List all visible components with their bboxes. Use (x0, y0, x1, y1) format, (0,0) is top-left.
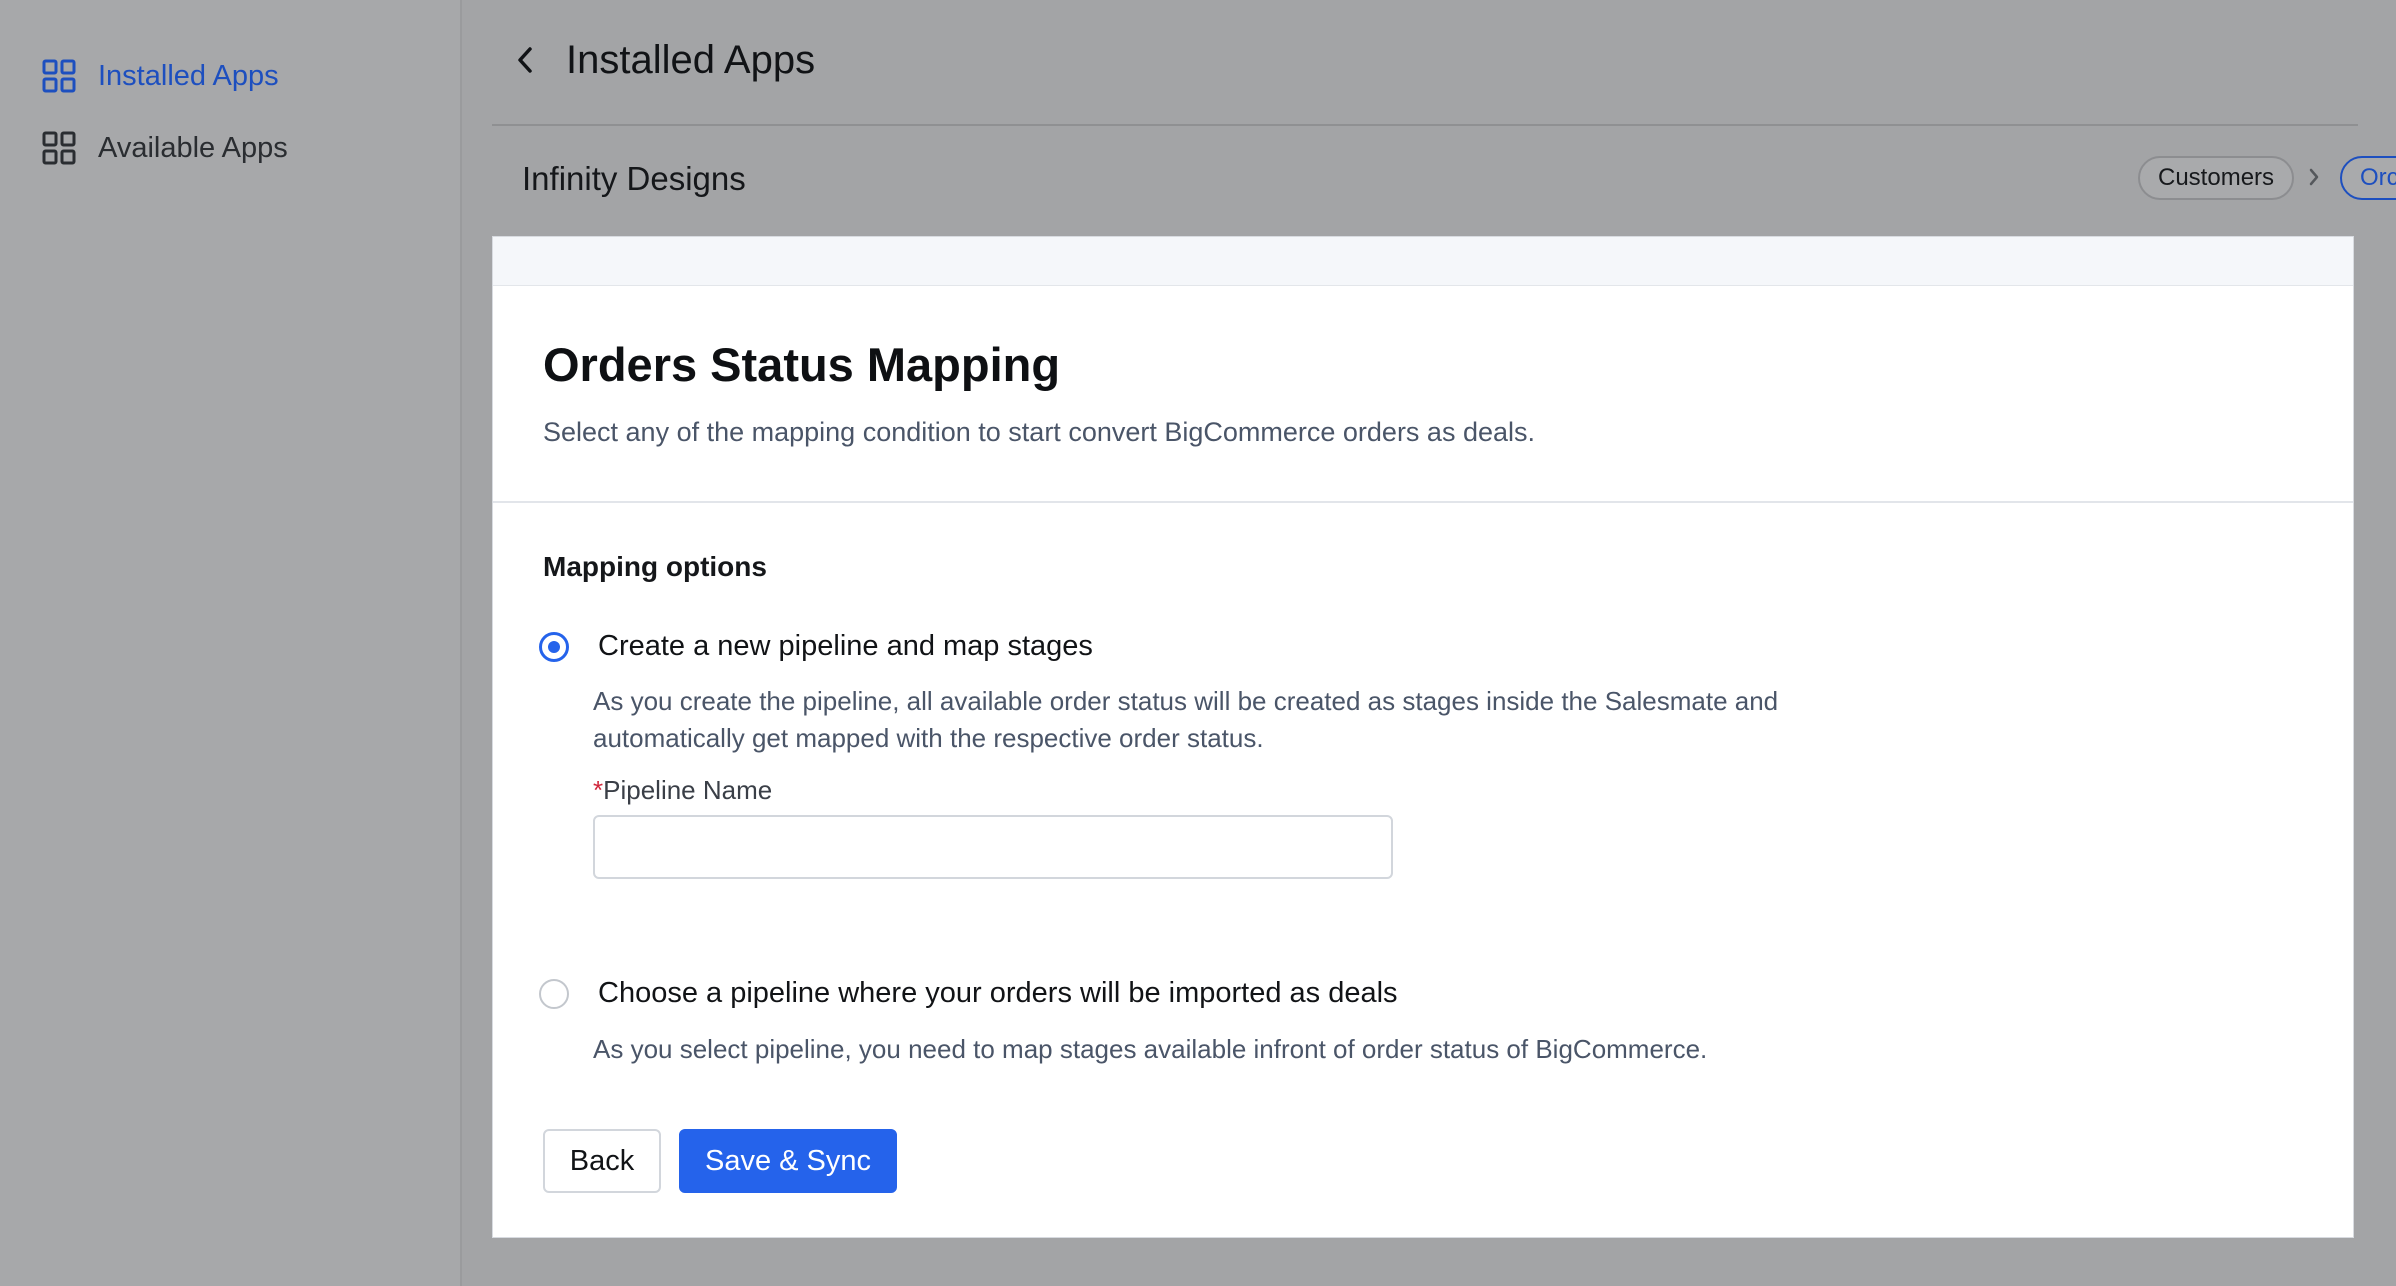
option-description: As you create the pipeline, all availabl… (593, 686, 1779, 753)
grid-icon (42, 59, 76, 93)
sidebar-item-label: Available Apps (98, 131, 288, 164)
section-label: Mapping options (543, 551, 767, 582)
back-button[interactable] (508, 38, 542, 82)
card-title: Orders Status Mapping (543, 338, 1061, 391)
option-description: As you select pipeline, you need to map … (593, 1034, 1708, 1064)
breadcrumb-orders[interactable]: Orc (2340, 156, 2396, 200)
back-button[interactable]: Back (543, 1129, 661, 1193)
sidebar-item-label: Installed Apps (98, 59, 279, 92)
company-name: Infinity Designs (522, 160, 746, 197)
breadcrumb-customers[interactable]: Customers (2138, 156, 2295, 200)
subheader: Infinity Designs Customers Orc (492, 126, 2396, 236)
option-label-create-pipeline[interactable]: Create a new pipeline and map stages (598, 630, 1093, 663)
sidebar-item-available-apps[interactable]: Available Apps (42, 118, 288, 178)
required-mark: * (593, 775, 604, 805)
divider (493, 501, 2353, 503)
pipeline-name-input[interactable] (593, 815, 1393, 879)
pipeline-name-label: *Pipeline Name (593, 775, 772, 806)
radio-create-pipeline[interactable] (539, 632, 569, 662)
sidebar: Installed Apps Available Apps (0, 0, 462, 1286)
option-label-choose-pipeline[interactable]: Choose a pipeline where your orders will… (598, 977, 1398, 1010)
chevron-right-icon (2309, 168, 2319, 186)
grid-icon (42, 131, 76, 165)
page-title: Installed Apps (566, 38, 816, 82)
main-header: Installed Apps (492, 0, 2358, 126)
mapping-card: Orders Status Mapping Select any of the … (492, 236, 2354, 1238)
pipeline-name-label-text: Pipeline Name (603, 775, 773, 805)
radio-choose-pipeline[interactable] (539, 979, 569, 1009)
sidebar-item-installed-apps[interactable]: Installed Apps (42, 46, 279, 106)
card-subtitle: Select any of the mapping condition to s… (543, 417, 1535, 447)
chevron-left-icon (518, 47, 532, 73)
save-sync-button[interactable]: Save & Sync (679, 1129, 897, 1193)
card-top-strip (493, 237, 2353, 286)
